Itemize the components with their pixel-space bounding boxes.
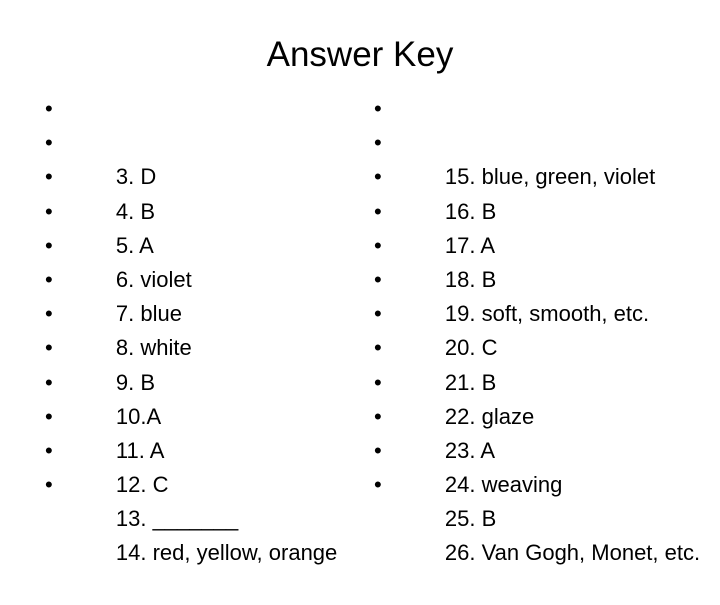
bullet-icon: • [374,266,382,292]
bullet-icon: • [374,403,382,429]
bullet-icon: • [45,232,53,258]
list-item: • 24. weaving [369,400,709,497]
list-item: • 14. red, yellow, orange [40,468,340,565]
bullet-icon: • [374,130,382,156]
list-item: • 3. D [40,92,340,189]
list-item: • 20. C [369,263,709,360]
bullet-icon: • [45,335,53,361]
list-item: • 25. B [369,434,709,531]
bullet-icon: • [45,403,53,429]
answer-text: 13. _______ [115,506,239,532]
bullet-icon: • [45,369,53,395]
list-item: • 7. blue [40,229,340,326]
list-item: • 8. white [40,263,340,360]
bullet-icon: • [374,437,382,463]
list-item: • 22. glaze [369,331,709,428]
bullet-icon: • [45,437,53,463]
list-item: • 26. Van Gogh, Monet, etc. [369,468,709,565]
list-item: • 17. A [369,160,709,257]
bullet-icon: • [45,472,53,498]
list-item: • 18. B [369,195,709,292]
list-item: • 5. A [40,160,340,257]
list-item: • 15. blue, green, violet [369,92,709,189]
list-item: • 10.A [40,331,340,428]
list-item: • 13. _______ [40,434,340,531]
bullet-icon: • [374,232,382,258]
bullet-icon: • [45,96,53,121]
answer-list-left: • 3. D • 4. B • 5. A • 6. violet • 7. bl… [40,92,340,565]
answer-text: 14. red, yellow, orange [115,540,338,566]
bullet-icon: • [45,266,53,292]
list-item: • 6. violet [40,195,340,292]
list-item: • 12. C [40,400,340,497]
list-item: • 9. B [40,297,340,394]
bullet-icon: • [45,198,53,224]
bullet-icon: • [45,130,53,156]
bullet-icon: • [374,369,382,395]
bullet-icon: • [45,301,53,327]
bullet-icon: • [374,301,382,327]
list-item: • 4. B [40,126,340,223]
bullet-icon: • [374,472,382,498]
list-item: • 11. A [40,366,340,463]
list-item: • 16. B [369,126,709,223]
bullet-icon: • [374,335,382,361]
bullet-icon: • [45,164,53,190]
list-item: • 23. A [369,366,709,463]
bullet-icon: • [374,198,382,224]
page-title: Answer Key [266,35,454,74]
slide-canvas: Answer Key • 3. D • 4. B • 5. A • 6. vio… [0,0,720,565]
answer-list-right: • 15. blue, green, violet • 16. B • 17. … [369,92,709,565]
answer-column-right: • 15. blue, green, violet • 16. B • 17. … [369,92,709,565]
answer-text: 26. Van Gogh, Monet, etc. [444,540,701,566]
bullet-icon: • [374,164,382,190]
list-item: • 19. soft, smooth, etc. [369,229,709,326]
answer-column-left: • 3. D • 4. B • 5. A • 6. violet • 7. bl… [40,92,340,565]
list-item: • 21. B [369,297,709,394]
bullet-icon: • [374,96,382,121]
answer-text: 25. B [444,506,497,532]
